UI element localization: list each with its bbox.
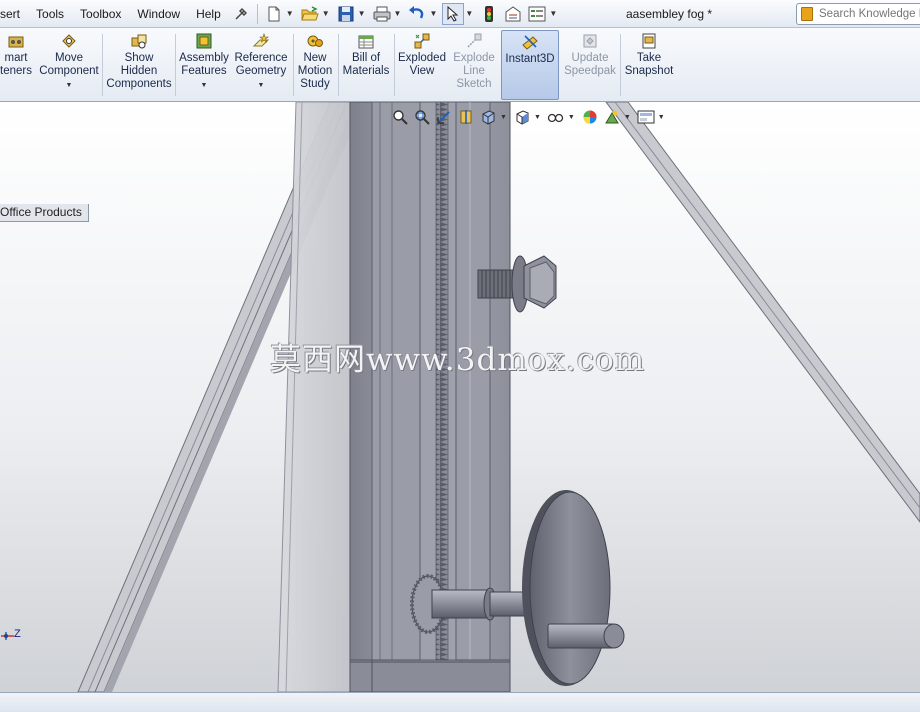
move-component-button[interactable]: Move Component ▼ <box>38 30 100 100</box>
menu-insert[interactable]: sert <box>0 0 28 28</box>
separator <box>338 34 339 96</box>
section-view-icon[interactable] <box>456 107 476 127</box>
print-dropdown-icon[interactable]: ▼ <box>394 9 402 18</box>
smart-fasteners-button[interactable]: mart teners <box>0 30 38 100</box>
watermark: 莫西网www.3dmox.com <box>270 342 646 378</box>
hide-show-items-icon[interactable] <box>546 107 566 127</box>
pin-icon[interactable] <box>230 3 252 25</box>
show-hidden-icon <box>131 34 147 49</box>
search-input[interactable] <box>819 8 920 20</box>
speedpak-icon <box>583 34 597 48</box>
document-title: aasembley fog * <box>626 7 713 21</box>
explode-line-sketch-button[interactable]: Explode Line Sketch <box>448 30 500 100</box>
exploded-view-button[interactable]: Exploded View <box>396 30 448 100</box>
reference-geometry-dropdown-icon[interactable]: ▼ <box>258 79 265 92</box>
status-bar <box>0 692 920 712</box>
separator <box>620 34 621 96</box>
assembly-model-view[interactable] <box>0 102 920 692</box>
separator <box>394 34 395 96</box>
save-dropdown-icon[interactable]: ▼ <box>358 9 366 18</box>
reference-geometry-button[interactable]: Reference Geometry ▼ <box>232 30 290 100</box>
move-component-dropdown-icon[interactable]: ▼ <box>66 79 73 92</box>
display-style-icon[interactable] <box>512 107 532 127</box>
rebuild-traffic-light-icon[interactable] <box>478 3 500 25</box>
file-properties-icon[interactable] <box>502 3 524 25</box>
new-dropdown-icon[interactable]: ▼ <box>286 9 294 18</box>
bill-of-materials-icon <box>358 35 374 49</box>
motion-study-icon <box>307 35 323 47</box>
menu-help[interactable]: Help <box>188 0 229 28</box>
previous-view-icon[interactable] <box>434 107 454 127</box>
view-settings-icon[interactable] <box>636 107 656 127</box>
update-speedpak-button[interactable]: Update Speedpak <box>562 30 618 100</box>
apply-scene-icon[interactable] <box>602 107 622 127</box>
take-snapshot-button[interactable]: Take Snapshot <box>622 30 676 100</box>
knowledge-base-book-icon <box>801 7 813 21</box>
office-products-tab[interactable]: Office Products <box>0 204 89 222</box>
menu-bar: sert Tools Toolbox Window Help ▼ ▼ ▼ ▼ ▼… <box>0 0 920 28</box>
assembly-features-button[interactable]: Assembly Features ▼ <box>176 30 232 100</box>
heads-up-view-toolbar: ▼ ▼ ▼ ▼ ▼ <box>390 106 668 128</box>
search-box[interactable] <box>796 3 920 25</box>
menu-tools[interactable]: Tools <box>28 0 72 28</box>
open-folder-icon[interactable] <box>299 3 321 25</box>
options-dropdown-icon[interactable]: ▼ <box>549 9 557 18</box>
separator <box>102 34 103 96</box>
undo-icon[interactable] <box>406 3 428 25</box>
graphics-viewport[interactable]: Office Products ▼ ▼ ▼ ▼ ▼ 莫西网www.3dmox.c… <box>0 102 920 692</box>
select-cursor-icon[interactable] <box>442 2 465 25</box>
save-icon[interactable] <box>335 3 357 25</box>
hide-show-dropdown-icon[interactable]: ▼ <box>568 114 575 121</box>
instant3d-icon <box>522 35 538 50</box>
move-component-icon <box>62 34 76 48</box>
show-hidden-components-button[interactable]: Show Hidden Components <box>104 30 174 100</box>
display-style-dropdown-icon[interactable]: ▼ <box>534 114 541 121</box>
instant3d-button[interactable]: Instant3D <box>501 30 559 100</box>
reference-geometry-icon <box>252 33 270 47</box>
print-icon[interactable] <box>371 3 393 25</box>
new-motion-study-button[interactable]: New Motion Study <box>294 30 336 100</box>
apply-scene-dropdown-icon[interactable]: ▼ <box>624 114 631 121</box>
assembly-features-icon <box>196 33 212 49</box>
open-dropdown-icon[interactable]: ▼ <box>322 9 330 18</box>
explode-line-icon <box>467 33 482 48</box>
options-icon[interactable] <box>526 3 548 25</box>
assembly-features-dropdown-icon[interactable]: ▼ <box>201 79 208 92</box>
new-document-icon[interactable] <box>263 3 285 25</box>
view-orientation-dropdown-icon[interactable]: ▼ <box>500 114 507 121</box>
menu-toolbox[interactable]: Toolbox <box>72 0 129 28</box>
smart-fasteners-icon <box>8 36 24 48</box>
view-orientation-icon[interactable] <box>478 107 498 127</box>
menu-items: sert Tools Toolbox Window Help <box>0 0 229 28</box>
view-settings-dropdown-icon[interactable]: ▼ <box>658 114 665 121</box>
bill-of-materials-button[interactable]: Bill of Materials <box>340 30 392 100</box>
undo-dropdown-icon[interactable]: ▼ <box>429 9 437 18</box>
command-manager: mart teners Move Component ▼ Show Hidden… <box>0 28 920 102</box>
edit-appearance-icon[interactable] <box>580 107 600 127</box>
triad-z-label: Z <box>14 628 21 640</box>
separator <box>256 3 258 24</box>
menu-window[interactable]: Window <box>129 0 188 28</box>
zoom-to-area-icon[interactable] <box>412 107 432 127</box>
snapshot-icon <box>642 33 656 49</box>
zoom-to-fit-icon[interactable] <box>390 107 410 127</box>
select-dropdown-icon[interactable]: ▼ <box>465 9 473 18</box>
exploded-view-icon <box>414 33 430 49</box>
